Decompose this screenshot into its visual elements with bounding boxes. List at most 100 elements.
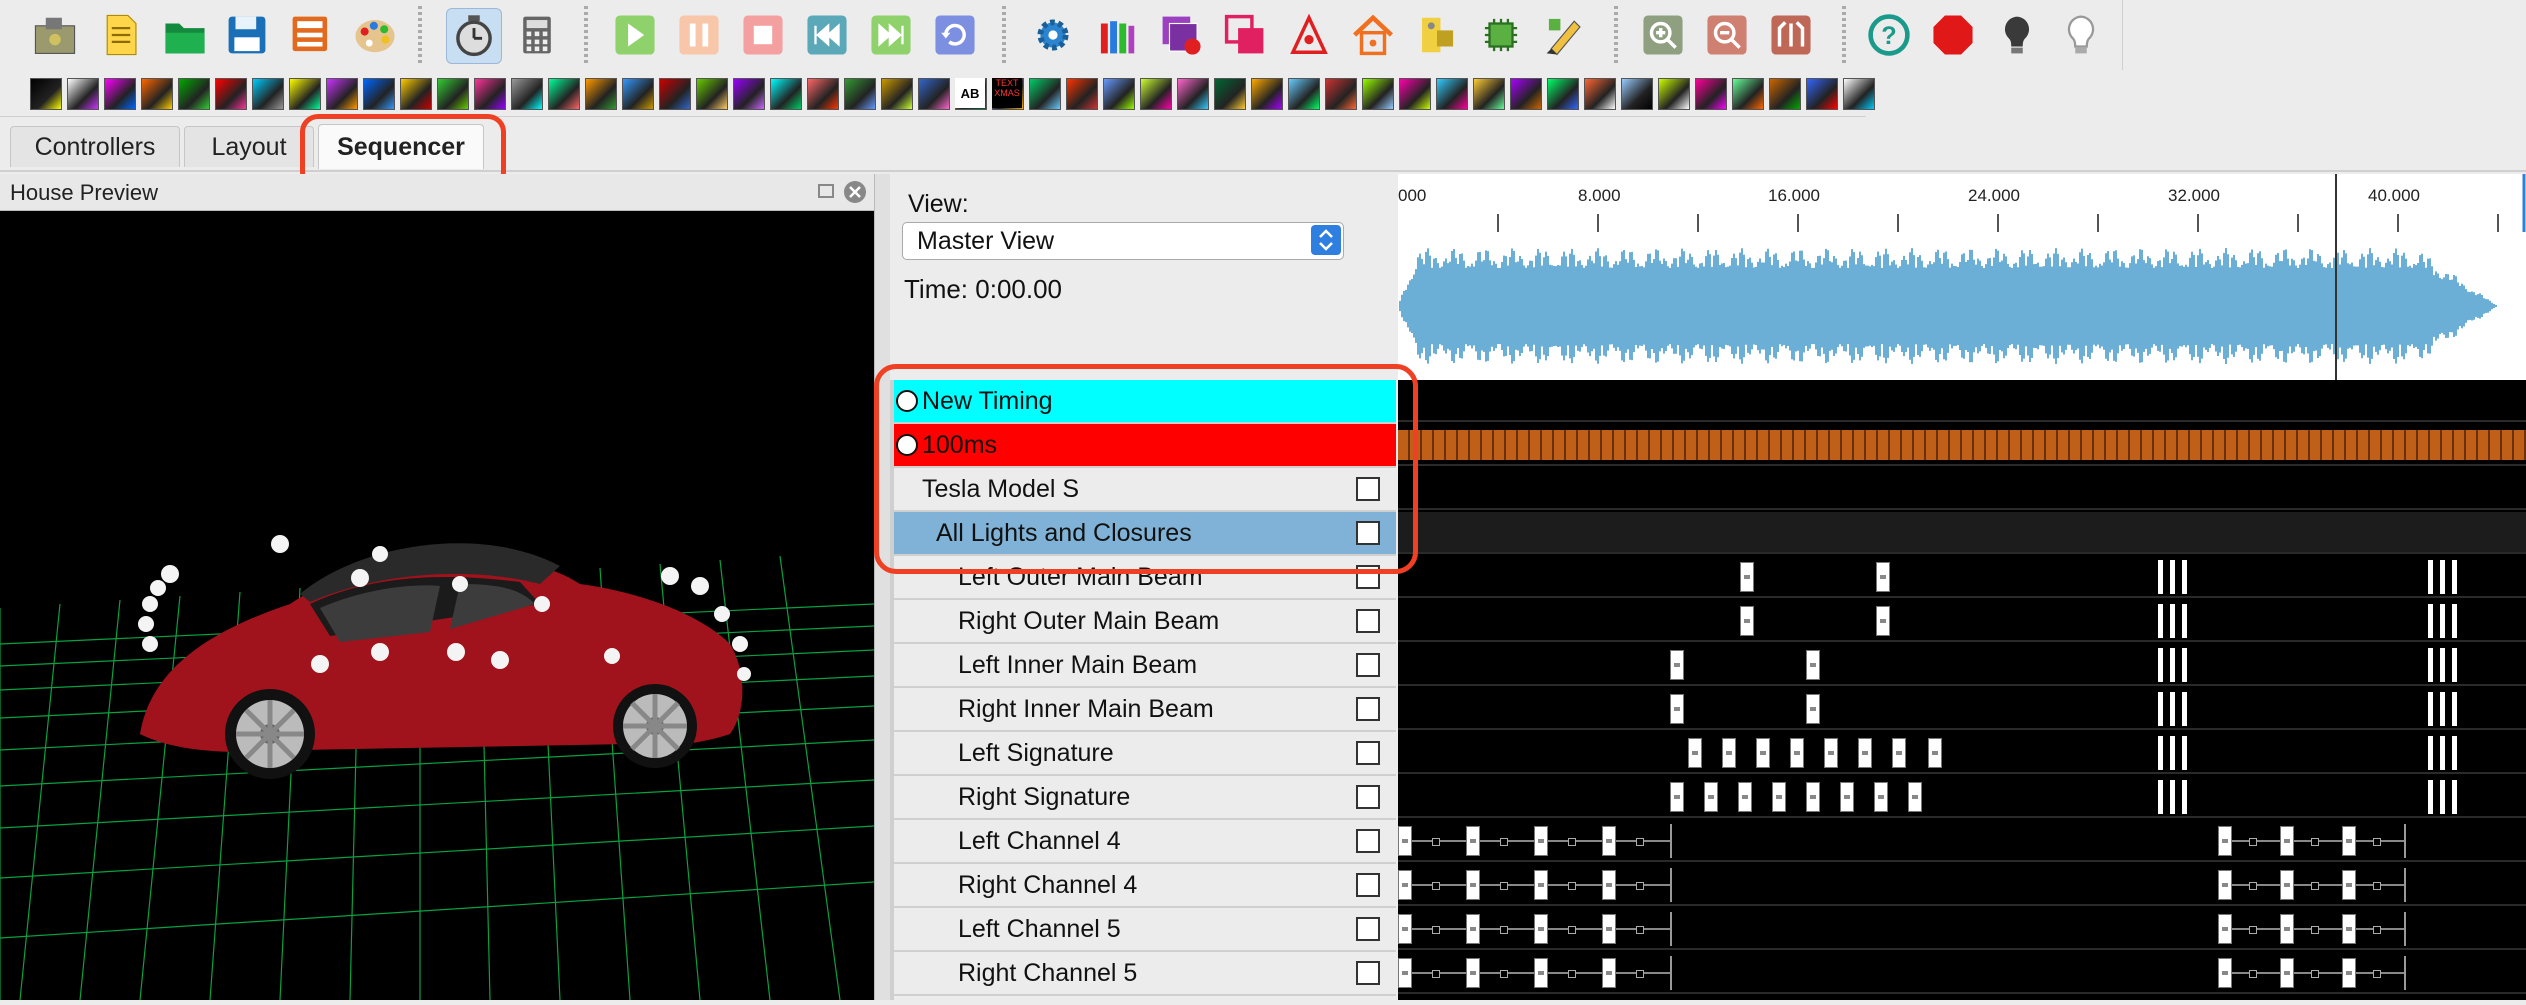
play-icon[interactable]	[608, 8, 662, 62]
clipboard-bulb-icon[interactable]	[1410, 8, 1464, 62]
pencil-edit-icon[interactable]	[1538, 8, 1592, 62]
effect-icon[interactable]	[1029, 78, 1061, 110]
effect-icon[interactable]	[1362, 78, 1394, 110]
grid-row[interactable]	[1398, 468, 2526, 510]
effect-block[interactable]	[2428, 604, 2433, 638]
effect-block[interactable]	[1466, 826, 1480, 856]
effect-text-icon[interactable]: AB	[955, 78, 985, 108]
effect-icon[interactable]	[1695, 78, 1727, 110]
effect-block[interactable]	[2170, 736, 2175, 770]
effect-block[interactable]	[1534, 958, 1548, 988]
tab-layout[interactable]: Layout	[184, 126, 314, 167]
close-icon[interactable]	[842, 179, 868, 205]
effect-block[interactable]	[1876, 562, 1890, 592]
grid-row[interactable]	[1398, 556, 2526, 598]
effect-block[interactable]	[2440, 780, 2445, 814]
effect-icon[interactable]	[178, 78, 210, 110]
effect-block[interactable]	[1466, 958, 1480, 988]
grid-row[interactable]	[1398, 600, 2526, 642]
sequencer-row-6[interactable]: Left Inner Main Beam	[890, 644, 1396, 688]
effect-block[interactable]	[1466, 914, 1480, 944]
effect-icon[interactable]	[400, 78, 432, 110]
effect-icon[interactable]	[1066, 78, 1098, 110]
grid-row[interactable]	[1398, 952, 2526, 994]
preview-canvas[interactable]	[0, 174, 875, 1001]
effect-icon[interactable]	[1732, 78, 1764, 110]
effect-block[interactable]	[2218, 870, 2232, 900]
effect-icon[interactable]	[1399, 78, 1431, 110]
effect-block[interactable]	[2280, 870, 2294, 900]
effect-block[interactable]	[2182, 692, 2187, 726]
effect-icon[interactable]	[1510, 78, 1542, 110]
effect-block[interactable]	[1858, 738, 1872, 768]
effect-icon[interactable]	[1806, 78, 1838, 110]
effects-grid[interactable]	[1398, 380, 2526, 1000]
effect-block[interactable]	[2428, 648, 2433, 682]
new-document-icon[interactable]	[94, 8, 148, 62]
sequencer-row-11[interactable]: Right Channel 4	[890, 864, 1396, 908]
sequencer-row-12[interactable]: Left Channel 5	[890, 908, 1396, 952]
open-green-folder-icon[interactable]	[158, 8, 212, 62]
effect-block[interactable]	[2428, 780, 2433, 814]
effect-block[interactable]	[1874, 782, 1888, 812]
effect-block[interactable]	[1602, 870, 1616, 900]
effect-block[interactable]	[1908, 782, 1922, 812]
effect-block[interactable]	[1704, 782, 1718, 812]
rewind-icon[interactable]	[800, 8, 854, 62]
effect-block[interactable]	[1928, 738, 1942, 768]
effect-block[interactable]	[2428, 692, 2433, 726]
pause-icon[interactable]	[672, 8, 726, 62]
zoom-out-icon[interactable]	[1700, 8, 1754, 62]
effect-block[interactable]	[2170, 780, 2175, 814]
effect-icon[interactable]	[289, 78, 321, 110]
effect-block[interactable]	[2440, 692, 2445, 726]
effect-block[interactable]	[1534, 870, 1548, 900]
effect-block[interactable]	[1806, 650, 1820, 680]
triangle-node-icon[interactable]	[1282, 8, 1336, 62]
effect-block[interactable]	[2452, 692, 2457, 726]
sequence-fit-icon[interactable]	[1764, 8, 1818, 62]
effect-icon[interactable]	[1140, 78, 1172, 110]
effect-block[interactable]	[2170, 604, 2175, 638]
palette-icon[interactable]	[348, 8, 402, 62]
effect-block[interactable]	[1602, 958, 1616, 988]
effect-block[interactable]	[1892, 738, 1906, 768]
effect-block[interactable]	[2440, 604, 2445, 638]
view-select[interactable]: Master View	[902, 222, 1344, 260]
stop-icon[interactable]	[736, 8, 790, 62]
effect-icon[interactable]	[1584, 78, 1616, 110]
grid-row[interactable]	[1398, 644, 2526, 686]
effect-block[interactable]	[2170, 692, 2175, 726]
effect-icon[interactable]	[1843, 78, 1875, 110]
effect-icon[interactable]	[1177, 78, 1209, 110]
effect-block[interactable]	[2182, 780, 2187, 814]
chip-icon[interactable]	[1474, 8, 1528, 62]
effect-block[interactable]	[1602, 914, 1616, 944]
effect-icon[interactable]	[1103, 78, 1135, 110]
open-folder-icon[interactable]	[28, 8, 82, 62]
effect-block[interactable]	[1722, 738, 1736, 768]
grid-row[interactable]	[1398, 380, 2526, 422]
render-checkbox[interactable]	[1356, 873, 1380, 897]
sequencer-row-8[interactable]: Left Signature	[890, 732, 1396, 776]
effect-block[interactable]	[2158, 604, 2163, 638]
effect-icon[interactable]	[659, 78, 691, 110]
effect-block[interactable]	[1806, 782, 1820, 812]
render-checkbox[interactable]	[1356, 961, 1380, 985]
timeline-ruler[interactable]: 000 8.000 16.000 24.000 32.000 40.000	[1398, 174, 2526, 233]
effect-block[interactable]	[1824, 738, 1838, 768]
crayons-icon[interactable]	[1090, 8, 1144, 62]
effect-block[interactable]	[2342, 958, 2356, 988]
effect-block[interactable]	[2440, 560, 2445, 594]
grid-row[interactable]	[1398, 820, 2526, 862]
sequencer-row-7[interactable]: Right Inner Main Beam	[890, 688, 1396, 732]
effect-block[interactable]	[1602, 826, 1616, 856]
clock-icon[interactable]	[446, 8, 502, 64]
effect-block[interactable]	[2218, 958, 2232, 988]
effect-icon[interactable]	[585, 78, 617, 110]
effect-icon[interactable]	[252, 78, 284, 110]
effect-block[interactable]	[2452, 604, 2457, 638]
effect-block[interactable]	[2182, 560, 2187, 594]
effect-block[interactable]	[2182, 604, 2187, 638]
render-checkbox[interactable]	[1356, 653, 1380, 677]
